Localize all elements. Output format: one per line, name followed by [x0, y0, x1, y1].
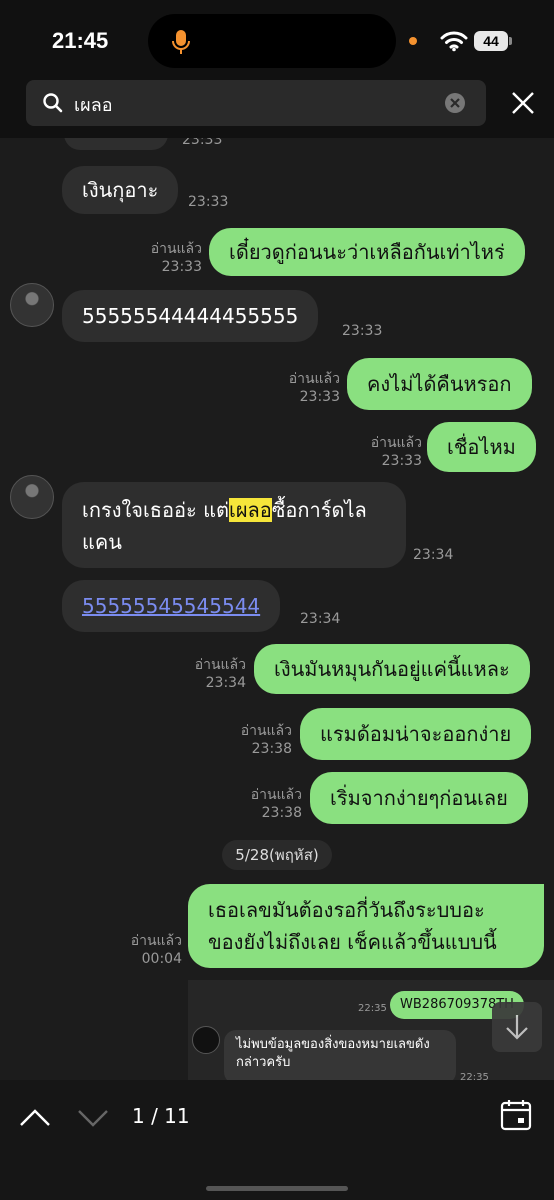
message-time: 23:33: [188, 194, 229, 210]
message-bubble[interactable]: เริ่มจากง่ายๆก่อนเลย: [310, 772, 528, 824]
read-receipt: อ่านแล้ว 00:04: [130, 933, 182, 967]
next-result-icon[interactable]: [76, 1102, 110, 1132]
search-query: เผลอ: [74, 95, 113, 116]
message-time: 23:34: [413, 547, 454, 563]
read-receipt: อ่านแล้ว 23:38: [240, 723, 292, 757]
embedded-reply-bubble: ไม่พบข้อมูลของสิ่งของหมายเลขดัง กล่าวครั…: [224, 1030, 456, 1080]
search-input[interactable]: เผลอ: [26, 80, 486, 126]
privacy-indicator-dot: [409, 37, 417, 45]
home-indicator: [206, 1186, 348, 1191]
embedded-time: 22:35: [358, 1003, 387, 1014]
arrow-down-icon: [506, 1015, 528, 1040]
clear-search-icon[interactable]: [444, 92, 466, 114]
microphone-icon: [172, 30, 190, 54]
message-text: เงินกุอาะ: [82, 178, 159, 202]
message-text: ของยังไม่ถึงเลย เช็คแล้วขึ้นแบบนี้: [208, 930, 497, 954]
battery-nub: [509, 37, 512, 45]
close-icon[interactable]: [510, 90, 536, 116]
message-bubble[interactable]: 55555545545544: [62, 580, 281, 632]
wifi-icon: [440, 31, 468, 52]
message-time: 23:34: [300, 611, 341, 627]
message-text: ซื้อการ์ดไล: [271, 498, 367, 522]
message-bubble-partial: [64, 138, 168, 150]
message-text: แรมด้อมน่าจะออกง่าย: [320, 722, 512, 746]
message-text: เดี๋ยวดูก่อนนะว่าเหลือกันเท่าไหร่: [229, 240, 505, 264]
calendar-icon[interactable]: [500, 1098, 532, 1132]
message-text: เธอเลขมันต้องรอกี่วันถึงระบบอะ: [208, 898, 485, 922]
message-link[interactable]: 55555545545544: [82, 594, 260, 618]
message-bubble[interactable]: เงินกุอาะ: [62, 166, 179, 214]
status-bar: 21:45 44: [0, 0, 554, 80]
message-bubble[interactable]: เดี๋ยวดูก่อนนะว่าเหลือกันเท่าไหร่: [209, 228, 525, 276]
search-icon: [43, 93, 63, 113]
date-divider: 5/28(พฤหัส): [222, 840, 332, 870]
search-navigation-bar: 1 / 11: [0, 1080, 554, 1200]
message-text: เกรงใจเธออ่ะ แต่: [82, 498, 229, 522]
message-bubble[interactable]: เงินมันหมุนกันอยู่แค่นี้แหละ: [254, 644, 530, 694]
message-bubble[interactable]: 55555544444455555: [62, 290, 319, 342]
embedded-avatar: [192, 1026, 220, 1054]
embedded-time: 22:35: [460, 1072, 489, 1080]
avatar[interactable]: [10, 283, 54, 327]
message-bubble[interactable]: คงไม่ได้คืนหรอก: [347, 358, 532, 410]
message-text: เริ่มจากง่ายๆก่อนเลย: [330, 786, 508, 810]
read-receipt: อ่านแล้ว 23:38: [250, 787, 302, 821]
message-text: แคน: [82, 530, 122, 554]
search-header: เผลอ: [0, 80, 554, 138]
message-bubble[interactable]: เกรงใจเธออ่ะ แต่เผลอซื้อการ์ดไล แคน: [62, 482, 406, 568]
read-receipt: อ่านแล้ว 23:34: [194, 657, 246, 691]
previous-result-icon[interactable]: [18, 1102, 52, 1132]
message-time: 23:33: [342, 323, 383, 339]
message-bubble[interactable]: แรมด้อมน่าจะออกง่าย: [300, 708, 532, 760]
read-receipt: อ่านแล้ว 23:33: [150, 241, 202, 275]
avatar[interactable]: [10, 475, 54, 519]
message-bubble[interactable]: เธอเลขมันต้องรอกี่วันถึงระบบอะ ของยังไม่…: [188, 884, 544, 968]
message-bubble[interactable]: เชื่อไหม: [427, 422, 536, 472]
message-text: เงินมันหมุนกันอยู่แค่นี้แหละ: [274, 657, 510, 681]
scroll-to-bottom-button[interactable]: [492, 1002, 542, 1052]
message-text: 55555544444455555: [82, 304, 299, 328]
battery-icon: 44: [474, 31, 508, 51]
read-receipt: อ่านแล้ว 23:33: [288, 371, 340, 405]
chat-area[interactable]: 23:33 เงินกุอาะ 23:33 อ่านแล้ว 23:33 เดี๋…: [0, 138, 554, 1080]
clock: 21:45: [52, 28, 109, 53]
message-time: 23:33: [182, 138, 223, 148]
message-text: เชื่อไหม: [447, 435, 516, 459]
message-text: คงไม่ได้คืนหรอก: [367, 372, 512, 396]
search-highlight: เผลอ: [228, 498, 272, 522]
read-receipt: อ่านแล้ว 23:33: [370, 435, 422, 469]
result-counter: 1 / 11: [132, 1104, 190, 1128]
